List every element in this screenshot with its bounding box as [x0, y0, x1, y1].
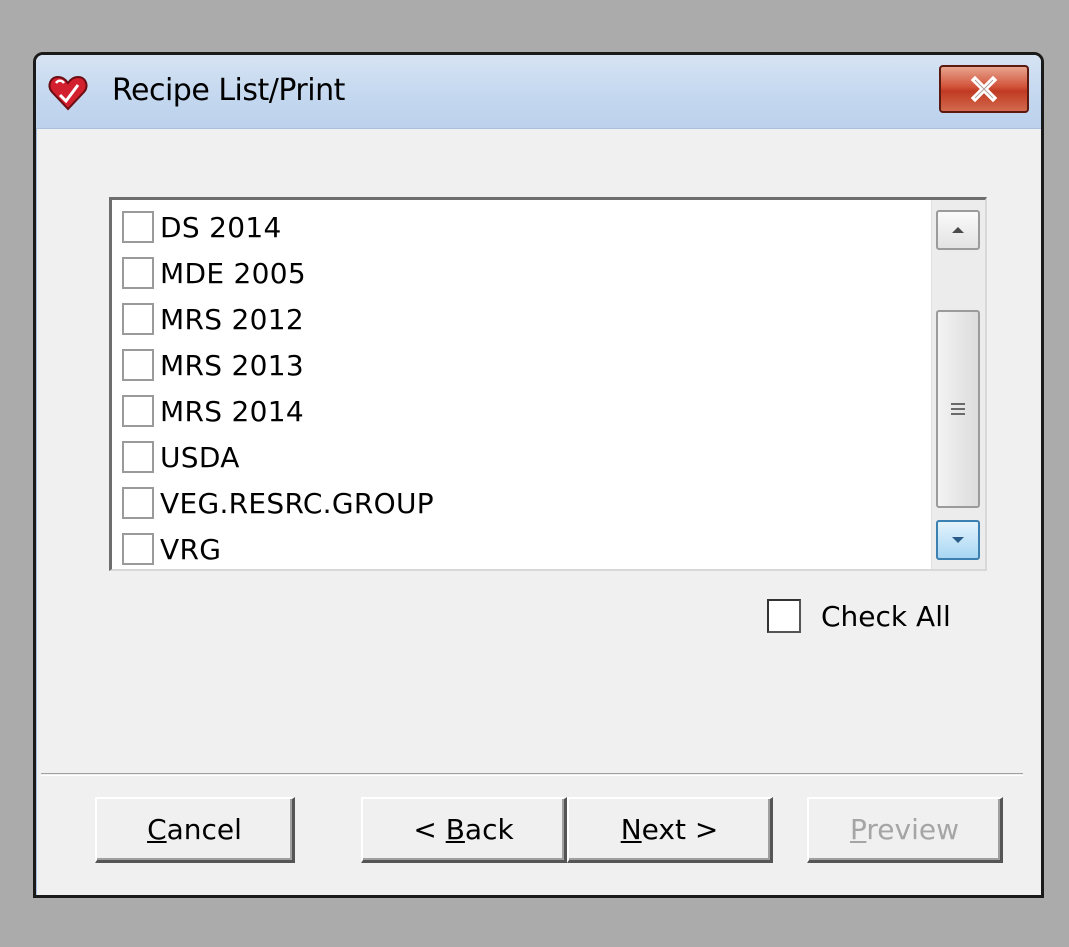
- arrow-up-icon: [952, 227, 964, 233]
- list-item[interactable]: MRS 2014: [122, 388, 434, 434]
- back-button[interactable]: < Back: [361, 797, 567, 863]
- item-checkbox[interactable]: [122, 211, 154, 243]
- item-checkbox[interactable]: [122, 395, 154, 427]
- listbox-items: DS 2014 MDE 2005 MRS 2012 MRS 2013 MRS 2…: [122, 204, 434, 572]
- cancel-button-label: Cancel: [147, 813, 242, 846]
- item-checkbox[interactable]: [122, 441, 154, 473]
- title-bar[interactable]: Recipe List/Print: [36, 55, 1041, 129]
- close-button[interactable]: [939, 65, 1029, 113]
- check-all-label[interactable]: Check All: [821, 600, 951, 633]
- item-label: MRS 2014: [160, 394, 304, 428]
- scroll-down-button[interactable]: [936, 520, 980, 560]
- close-icon: [970, 76, 998, 102]
- item-label: VRG: [160, 532, 222, 566]
- check-all-control[interactable]: Check All: [767, 599, 951, 633]
- preview-button[interactable]: Preview: [807, 797, 1003, 863]
- recipe-list-print-dialog: Recipe List/Print DS 2014 MDE 2005 MRS 2…: [33, 52, 1044, 898]
- list-item[interactable]: DS 2014: [122, 204, 434, 250]
- list-item[interactable]: VRG: [122, 526, 434, 572]
- list-item[interactable]: MRS 2012: [122, 296, 434, 342]
- list-item[interactable]: USDA: [122, 434, 434, 480]
- list-item[interactable]: MDE 2005: [122, 250, 434, 296]
- item-label: USDA: [160, 440, 240, 474]
- check-all-checkbox[interactable]: [767, 599, 801, 633]
- grip-icon: [951, 403, 965, 415]
- dialog-body: DS 2014 MDE 2005 MRS 2012 MRS 2013 MRS 2…: [36, 129, 1041, 895]
- cancel-button[interactable]: Cancel: [95, 797, 295, 863]
- next-button-label: Next >: [620, 813, 719, 846]
- list-item[interactable]: MRS 2013: [122, 342, 434, 388]
- vertical-scrollbar[interactable]: [931, 200, 985, 569]
- item-checkbox[interactable]: [122, 487, 154, 519]
- item-checkbox[interactable]: [122, 533, 154, 565]
- item-label: VEG.RESRC.GROUP: [160, 486, 434, 520]
- scroll-up-button[interactable]: [936, 210, 980, 250]
- item-label: MDE 2005: [160, 256, 306, 290]
- window-title: Recipe List/Print: [112, 73, 345, 108]
- separator-line: [41, 773, 1023, 776]
- heart-app-icon: [48, 75, 88, 111]
- item-checkbox[interactable]: [122, 257, 154, 289]
- item-label: DS 2014: [160, 210, 282, 244]
- item-label: MRS 2013: [160, 348, 304, 382]
- next-button[interactable]: Next >: [567, 797, 773, 863]
- arrow-down-icon: [952, 537, 964, 543]
- scroll-thumb[interactable]: [936, 310, 980, 508]
- list-item[interactable]: VEG.RESRC.GROUP: [122, 480, 434, 526]
- item-checkbox[interactable]: [122, 349, 154, 381]
- item-checkbox[interactable]: [122, 303, 154, 335]
- back-button-label: < Back: [413, 813, 514, 846]
- item-label: MRS 2012: [160, 302, 304, 336]
- preview-button-label: Preview: [849, 813, 959, 846]
- recipe-source-listbox[interactable]: DS 2014 MDE 2005 MRS 2012 MRS 2013 MRS 2…: [109, 197, 987, 571]
